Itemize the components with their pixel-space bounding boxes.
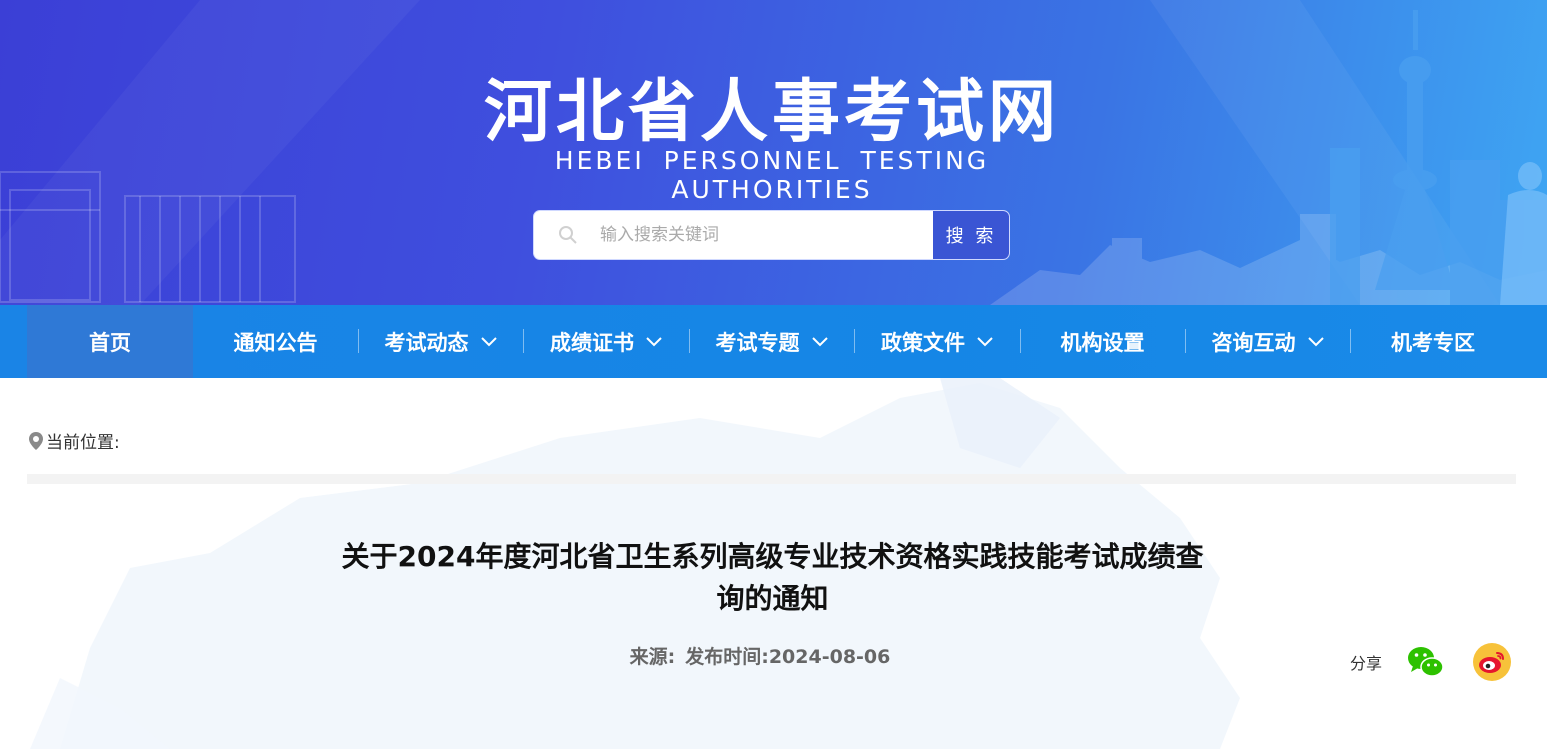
chevron-down-icon (977, 336, 993, 346)
article-title-line: 关于2024年度河北省卫生系列高级专业技术资格实践技能考试成绩查 (341, 540, 1204, 573)
breadcrumb: 当前位置: (28, 428, 120, 453)
nav-item-label: 考试动态 (384, 330, 469, 355)
nav-item-organization[interactable]: 机构设置 (1020, 305, 1185, 378)
share-label: 分享 (1350, 654, 1383, 673)
nav-item-home[interactable]: 首页 (27, 305, 193, 378)
article-title: 关于2024年度河北省卫生系列高级专业技术资格实践技能考试成绩查 询的通知 (320, 536, 1225, 620)
nav-item-label: 成绩证书 (550, 330, 634, 355)
publish-date: 发布时间:2024-08-06 (685, 646, 891, 668)
nav-item-label: 机构设置 (1060, 330, 1145, 355)
article-title-line: 询的通知 (716, 582, 829, 615)
site-title: 河北省人事考试网 (483, 73, 1060, 152)
nav-item-policies[interactable]: 政策文件 (854, 305, 1020, 378)
source-label: 来源: (629, 646, 676, 668)
main-nav: 首页 通知公告 考试动态 成绩证书 考试专题 政策文件 机构设置 咨询互动 机考… (0, 305, 1547, 378)
nav-item-consultation[interactable]: 咨询互动 (1185, 305, 1350, 378)
share-bar: 分享 (1350, 642, 1512, 682)
nav-item-label: 首页 (89, 330, 131, 355)
header-banner: 河北省人事考试网 HEBEI PERSONNEL TESTING AUTHORI… (0, 0, 1547, 305)
breadcrumb-label: 当前位置: (46, 433, 120, 453)
wechat-icon[interactable] (1406, 642, 1446, 682)
article-meta: 来源: 发布时间:2024-08-06 (520, 642, 1010, 669)
chevron-down-icon (480, 336, 497, 346)
nav-item-label: 政策文件 (881, 330, 965, 355)
nav-item-scores[interactable]: 成绩证书 (523, 305, 689, 378)
nav-item-notices[interactable]: 通知公告 (193, 305, 358, 378)
nav-item-label: 考试专题 (715, 330, 800, 355)
search-box: 搜 索 (533, 210, 1010, 260)
chevron-down-icon (811, 336, 828, 346)
nav-item-exam-topics[interactable]: 考试专题 (689, 305, 854, 378)
nav-item-exam-news[interactable]: 考试动态 (358, 305, 523, 378)
nav-item-label: 咨询互动 (1211, 330, 1296, 355)
divider (27, 474, 1516, 484)
location-pin-icon (29, 431, 43, 450)
nav-item-label: 机考专区 (1391, 330, 1475, 355)
search-icon (559, 226, 577, 244)
chevron-down-icon (646, 336, 662, 346)
search-input[interactable] (592, 211, 932, 259)
chevron-down-icon (1307, 336, 1324, 346)
article-page: 当前位置: 关于2024年度河北省卫生系列高级专业技术资格实践技能考试成绩查 询… (0, 378, 1547, 749)
search-button[interactable]: 搜 索 (932, 211, 1009, 259)
nav-item-label: 通知公告 (233, 330, 318, 355)
site-subtitle: HEBEI PERSONNEL TESTING AUTHORITIES (554, 146, 990, 204)
nav-item-computer-exam[interactable]: 机考专区 (1350, 305, 1516, 378)
weibo-icon[interactable] (1472, 642, 1512, 682)
